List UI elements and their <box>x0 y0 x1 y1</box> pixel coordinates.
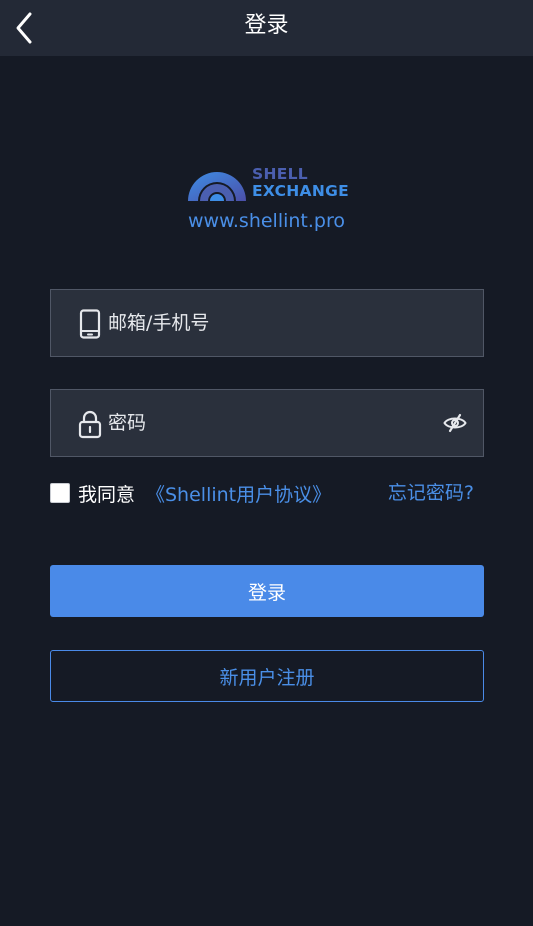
brand-name-line1: SHELL <box>252 165 308 183</box>
register-button[interactable]: 新用户注册 <box>50 650 484 702</box>
phone-icon <box>79 309 101 339</box>
shell-logo-icon <box>188 172 246 201</box>
brand-wordmark: SHELL EXCHANGE <box>252 166 349 200</box>
password-visibility-toggle[interactable] <box>443 412 467 438</box>
agreement-row: 我同意 《Shellint用户协议》 忘记密码? <box>50 478 484 508</box>
agree-checkbox[interactable] <box>50 483 70 503</box>
password-input[interactable] <box>108 390 428 456</box>
top-bar: 登录 <box>0 0 533 56</box>
page-title: 登录 <box>244 13 289 38</box>
eye-hidden-icon <box>443 413 467 433</box>
account-field <box>50 289 484 357</box>
password-field <box>50 389 484 457</box>
lock-icon <box>78 410 102 439</box>
login-screen: 登录 SHELL EXCHANGE www.shellint.pro 邮箱/手机… <box>0 0 533 926</box>
site-url: www.shellint.pro <box>188 210 345 232</box>
user-agreement-link[interactable]: 《Shellint用户协议》 <box>146 480 331 507</box>
login-button[interactable]: 登录 <box>50 565 484 617</box>
agree-label: 我同意 <box>78 484 136 506</box>
brand-name-line2: EXCHANGE <box>252 182 350 200</box>
brand-logo: SHELL EXCHANGE <box>186 165 349 203</box>
forgot-password-link[interactable]: 忘记密码? <box>388 478 474 505</box>
account-input[interactable] <box>108 290 428 356</box>
